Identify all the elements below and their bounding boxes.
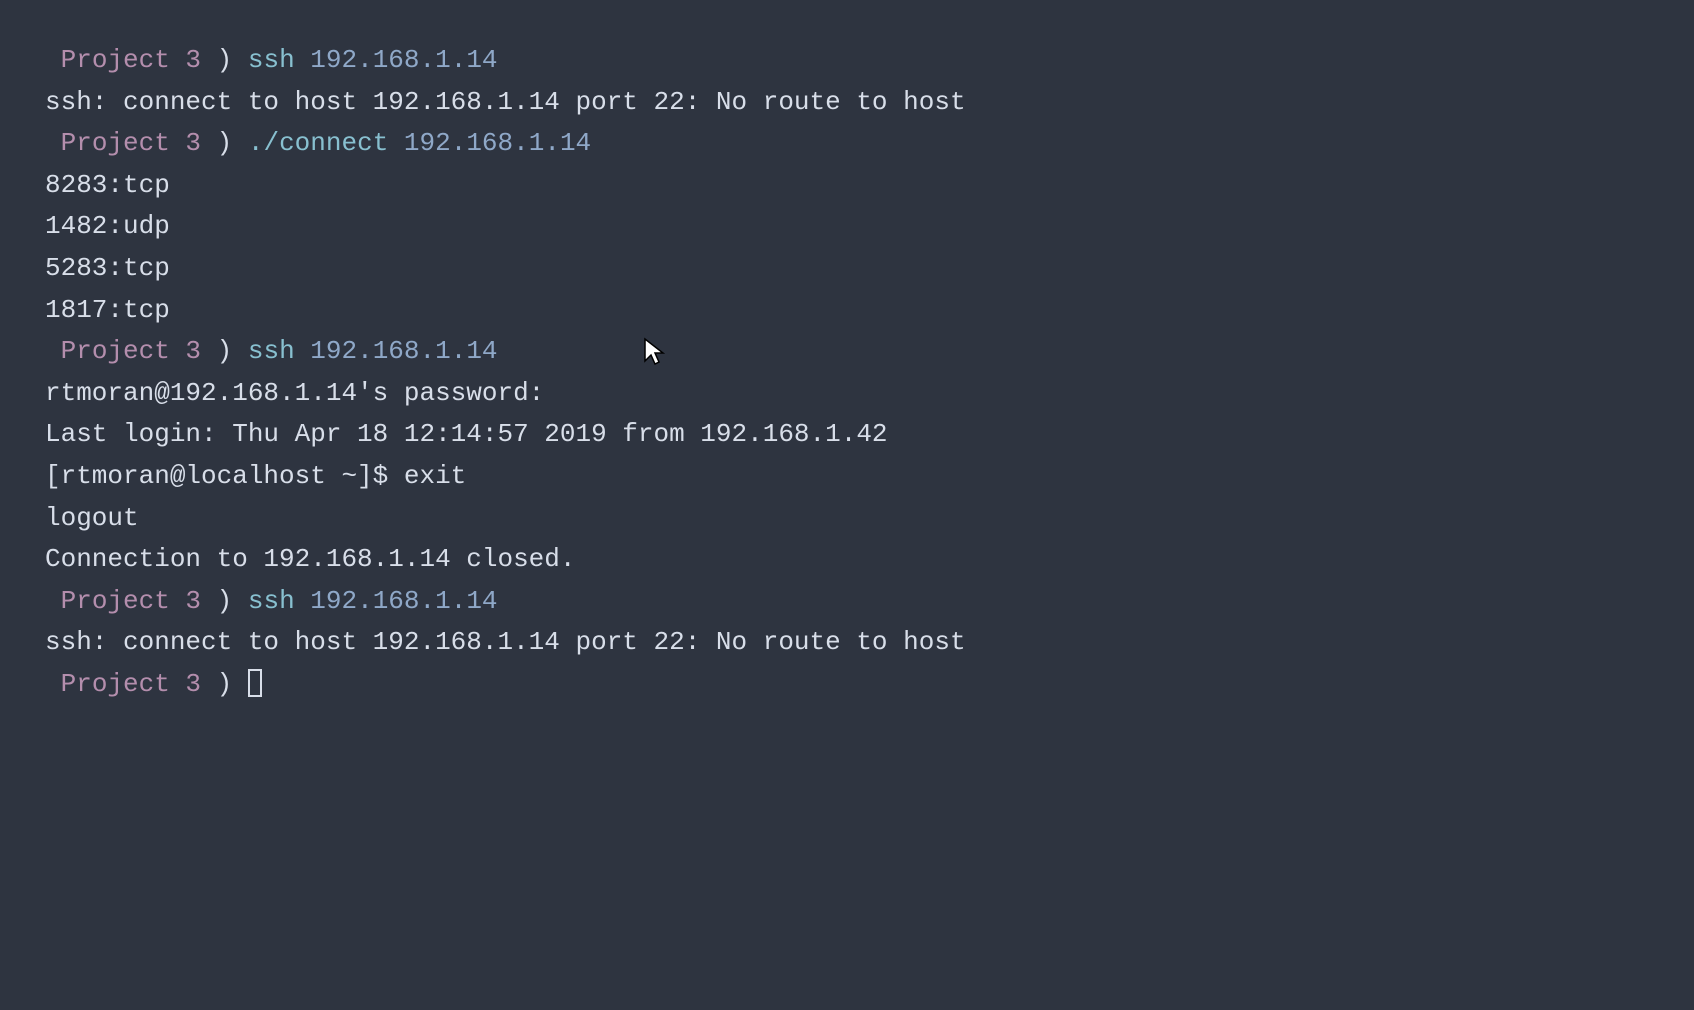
output-line: 8283:tcp (45, 165, 1649, 207)
prompt-line: Project 3 ) ssh 192.168.1.14 (45, 331, 1649, 373)
output-line: Connection to 192.168.1.14 closed. (45, 539, 1649, 581)
prompt-bracket: ) (217, 669, 233, 699)
output-line: Last login: Thu Apr 18 12:14:57 2019 fro… (45, 414, 1649, 456)
output-line: ssh: connect to host 192.168.1.14 port 2… (45, 82, 1649, 124)
prompt-line: Project 3 ) ssh 192.168.1.14 (45, 40, 1649, 82)
prompt-label: Project 3 (61, 128, 201, 158)
prompt-line: Project 3 ) ./connect 192.168.1.14 (45, 123, 1649, 165)
prompt-label: Project 3 (61, 586, 201, 616)
output-line: 5283:tcp (45, 248, 1649, 290)
command-arg: 192.168.1.14 (310, 336, 497, 366)
prompt-label: Project 3 (61, 336, 201, 366)
prompt-line-active[interactable]: Project 3 ) (45, 664, 1649, 706)
prompt-label: Project 3 (61, 669, 201, 699)
command-arg: 192.168.1.14 (310, 586, 497, 616)
output-line: 1817:tcp (45, 290, 1649, 332)
output-line: [rtmoran@localhost ~]$ exit (45, 456, 1649, 498)
command: ssh (248, 586, 295, 616)
command-arg: 192.168.1.14 (404, 128, 591, 158)
output-line: logout (45, 498, 1649, 540)
command: ./connect (248, 128, 388, 158)
prompt-bracket: ) (217, 128, 233, 158)
command: ssh (248, 45, 295, 75)
prompt-bracket: ) (217, 586, 233, 616)
prompt-bracket: ) (217, 45, 233, 75)
prompt-label: Project 3 (61, 45, 201, 75)
command-arg: 192.168.1.14 (310, 45, 497, 75)
terminal-output[interactable]: Project 3 ) ssh 192.168.1.14 ssh: connec… (45, 40, 1649, 706)
output-line: ssh: connect to host 192.168.1.14 port 2… (45, 622, 1649, 664)
output-line: rtmoran@192.168.1.14's password: (45, 373, 1649, 415)
prompt-bracket: ) (217, 336, 233, 366)
command: ssh (248, 336, 295, 366)
output-line: 1482:udp (45, 206, 1649, 248)
prompt-line: Project 3 ) ssh 192.168.1.14 (45, 581, 1649, 623)
terminal-cursor (248, 669, 262, 697)
